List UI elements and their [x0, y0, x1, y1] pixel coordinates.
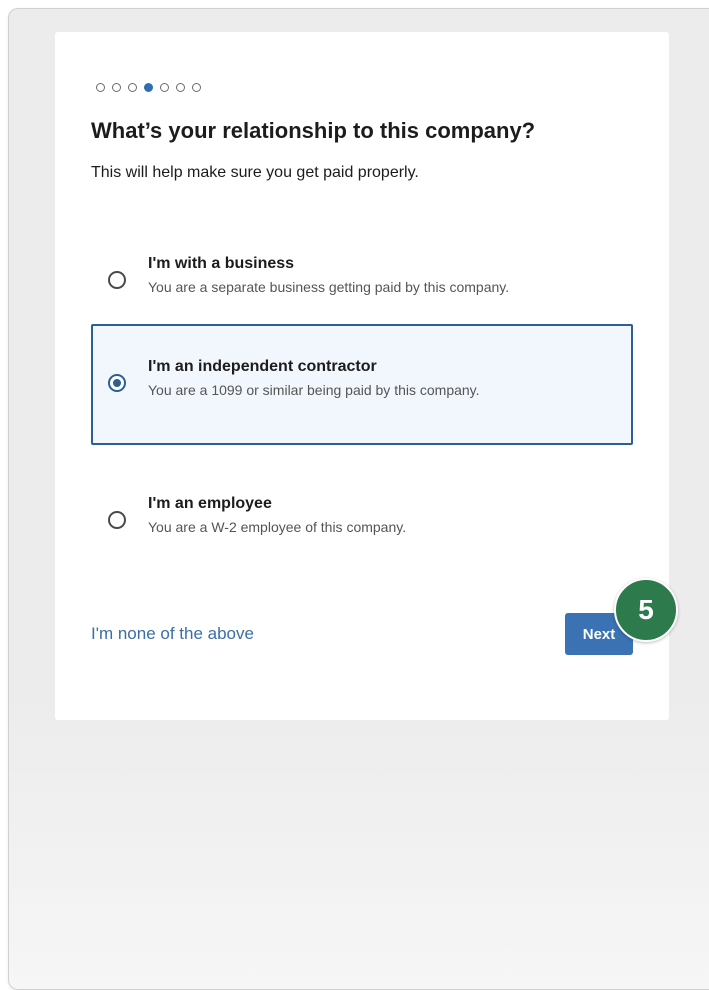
- page-subtitle: This will help make sure you get paid pr…: [91, 164, 419, 181]
- step-dot-2: [112, 83, 121, 92]
- step-dot-4-current: [144, 83, 153, 92]
- radio-business[interactable]: [108, 271, 126, 289]
- none-of-the-above-link[interactable]: I'm none of the above: [91, 624, 254, 644]
- option-independent-contractor[interactable]: I'm an independent contractor You are a …: [91, 324, 633, 445]
- option-employee-description: You are a W-2 employee of this company.: [148, 519, 407, 535]
- option-employee[interactable]: I'm an employee You are a W-2 employee o…: [91, 461, 633, 582]
- radio-independent-contractor[interactable]: [108, 374, 126, 392]
- radio-employee[interactable]: [108, 511, 126, 529]
- radio-selected-dot: [113, 379, 121, 387]
- option-business-label: I'm with a business: [148, 255, 295, 272]
- option-contractor-description: You are a 1099 or similar being paid by …: [148, 382, 480, 398]
- onboarding-card: What’s your relationship to this company…: [55, 32, 669, 720]
- option-employee-label: I'm an employee: [148, 495, 272, 512]
- option-business-description: You are a separate business getting paid…: [148, 279, 510, 295]
- step-dot-1: [96, 83, 105, 92]
- step-number-badge: 5: [614, 578, 678, 642]
- step-dot-6: [176, 83, 185, 92]
- step-dot-5: [160, 83, 169, 92]
- step-dot-3: [128, 83, 137, 92]
- option-contractor-label: I'm an independent contractor: [148, 358, 377, 375]
- step-dot-7: [192, 83, 201, 92]
- step-progress: [96, 83, 201, 92]
- page-title: What’s your relationship to this company…: [91, 118, 536, 143]
